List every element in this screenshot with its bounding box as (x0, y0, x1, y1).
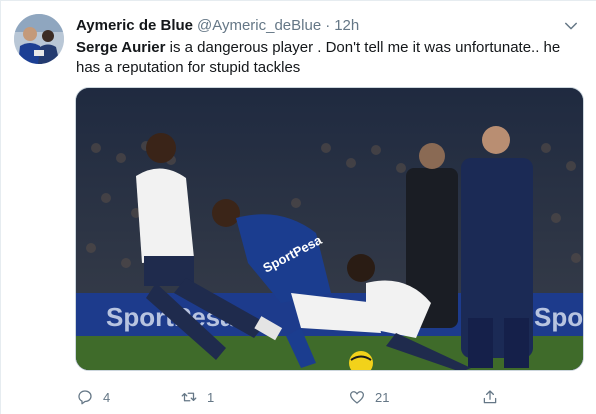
football-match-photo: SportPesa Spo SportPesa (76, 88, 583, 370)
share-icon (483, 390, 497, 404)
display-name[interactable]: Aymeric de Blue (76, 17, 193, 34)
reply-icon (78, 390, 92, 405)
board-text-right: Spo (534, 302, 583, 332)
reply-button[interactable]: 4 (76, 385, 110, 409)
chevron-down-icon[interactable] (562, 17, 580, 35)
tweet-card[interactable]: Aymeric de Blue @Aymeric_deBlue · 12h Se… (0, 0, 596, 414)
user-handle[interactable]: @Aymeric_deBlue (197, 17, 321, 34)
avatar[interactable] (14, 14, 64, 64)
timestamp[interactable]: 12h (334, 17, 359, 34)
share-button[interactable] (481, 385, 499, 409)
tweet-text: Serge Aurier is a dangerous player . Don… (76, 38, 586, 78)
tweet-media-image[interactable]: SportPesa Spo SportPesa (75, 87, 584, 371)
tweet-actions: 4 1 21 (76, 385, 516, 409)
like-button[interactable]: 21 (348, 385, 389, 409)
mention-bold-text: Serge Aurier (76, 39, 166, 56)
tweet-header: Aymeric de Blue @Aymeric_deBlue · 12h (76, 15, 584, 35)
separator-dot: · (325, 16, 331, 34)
retweet-count: 1 (207, 389, 215, 405)
reply-count: 4 (103, 389, 111, 405)
like-count: 21 (375, 389, 390, 405)
retweet-icon (181, 392, 197, 402)
like-icon (349, 391, 365, 404)
avatar-image (14, 14, 64, 64)
retweet-button[interactable]: 1 (180, 385, 214, 409)
